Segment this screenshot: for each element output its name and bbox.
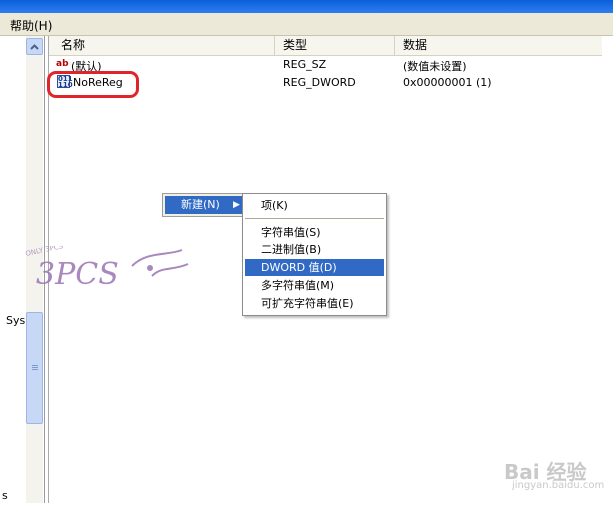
scroll-up-button[interactable] — [26, 38, 43, 55]
menu-item-key[interactable]: 项(K) — [245, 197, 384, 214]
annotation-circle — [47, 71, 139, 98]
grip-line — [32, 365, 38, 366]
scroll-thumb[interactable] — [26, 312, 43, 424]
value-data: (数值未设置) — [403, 60, 467, 73]
baidu-jingyan-watermark: Bai 经验 jingyan.baidu.com — [498, 456, 608, 496]
menu-help[interactable]: 帮助(H) — [10, 17, 52, 34]
menu-item-new-label: 新建(N) — [181, 198, 220, 211]
value-type: REG_DWORD — [283, 76, 356, 89]
menu-bar: 帮助(H) — [0, 13, 613, 36]
context-menu: 新建(N) ▶ — [162, 193, 246, 217]
3pcs-watermark: ONLY 3PCS 3PCS — [22, 242, 194, 294]
watermark-main-text: 3PCS — [36, 257, 119, 292]
string-value-icon: ab — [56, 59, 69, 69]
menu-item-string-value[interactable]: 字符串值(S) — [245, 224, 384, 241]
title-bar — [0, 0, 613, 13]
grip-line — [32, 369, 38, 370]
bottom-border — [0, 503, 613, 513]
baidu-url-text: jingyan.baidu.com — [512, 480, 605, 491]
value-type: REG_SZ — [283, 58, 327, 71]
column-data-header[interactable]: 数据 — [395, 36, 602, 55]
column-name-header[interactable]: 名称 — [49, 36, 275, 55]
new-submenu: 项(K) 字符串值(S) 二进制值(B) DWORD 值(D) 多字符串值(M)… — [242, 193, 387, 316]
menu-item-dword-value[interactable]: DWORD 值(D) — [245, 259, 384, 276]
menu-separator — [245, 218, 384, 219]
grip-line — [32, 367, 38, 368]
value-data: 0x00000001 (1) — [403, 76, 492, 89]
submenu-arrow-icon: ▶ — [233, 200, 240, 210]
column-header: 名称 类型 数据 — [49, 36, 602, 56]
chevron-up-icon — [30, 43, 39, 50]
regedit-window: 帮助(H) Sys s 名称 类型 数据 ab (默认) REG_SZ (数值未… — [0, 0, 613, 513]
tree-item-s[interactable]: s — [2, 489, 8, 502]
tree-item-sys[interactable]: Sys — [6, 314, 25, 327]
watermark-graphic: ONLY 3PCS 3PCS — [25, 242, 189, 292]
menu-item-multi-string-value[interactable]: 多字符串值(M) — [245, 277, 384, 294]
menu-item-expandable-string-value[interactable]: 可扩充字符串值(E) — [245, 295, 384, 312]
column-type-header[interactable]: 类型 — [275, 36, 395, 55]
menu-item-new[interactable]: 新建(N) ▶ — [165, 196, 243, 214]
menu-item-binary-value[interactable]: 二进制值(B) — [245, 241, 384, 258]
